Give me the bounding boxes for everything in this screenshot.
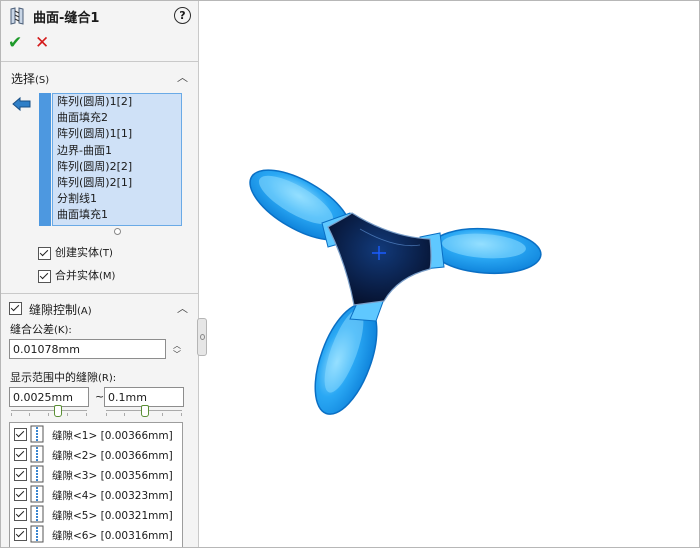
- selection-list-stripe: [39, 93, 51, 226]
- gap-text: 缝隙<2> [0.00366mm]: [52, 450, 173, 462]
- property-manager-panel: 曲面-缝合1 ? ✔ ✕ 选择(S) ︿ 阵列(圆周)1[2] 曲面填充2 阵列…: [1, 1, 199, 547]
- tolerance-spinner[interactable]: ︿ ﹀: [171, 341, 183, 361]
- gap-row[interactable]: 缝隙<4> [0.00323mm]: [14, 484, 180, 504]
- gap-icon: [30, 485, 44, 503]
- gap-control-group-title: 缝隙控制(A): [29, 303, 92, 317]
- selection-group-header[interactable]: 选择(S) ︿: [1, 67, 198, 87]
- list-item[interactable]: 曲面填充1: [53, 207, 181, 223]
- list-item[interactable]: 分割线1: [53, 191, 181, 207]
- collapse-chevron-icon[interactable]: ︿: [177, 69, 188, 85]
- merge-entities-checkbox[interactable]: [38, 269, 51, 283]
- gap-checkbox[interactable]: [14, 488, 27, 501]
- help-icon[interactable]: ?: [174, 7, 191, 24]
- spin-down-icon[interactable]: ﹀: [171, 350, 183, 359]
- gap-row[interactable]: 缝隙<1> [0.00366mm]: [14, 424, 180, 444]
- gap-row[interactable]: 缝隙<2> [0.00366mm]: [14, 444, 180, 464]
- list-resize-handle[interactable]: [114, 228, 121, 235]
- gap-list[interactable]: 缝隙<1> [0.00366mm] 缝隙<2> [0.00366mm] 缝隙<3…: [9, 422, 183, 547]
- gap-control-group-header[interactable]: 缝隙控制(A) ︿: [1, 298, 198, 318]
- selection-group-title: 选择(S): [11, 72, 50, 86]
- range-max-input[interactable]: 0.1mm: [104, 387, 184, 407]
- surface-knit-icon: [10, 7, 24, 25]
- tolerance-label: 缝合公差(K):: [10, 323, 72, 336]
- fidget-spinner-model[interactable]: [240, 156, 543, 422]
- slider-thumb[interactable]: [54, 405, 62, 417]
- gap-row[interactable]: 缝隙<3> [0.00356mm]: [14, 464, 180, 484]
- divider: [1, 293, 198, 294]
- panel-title: 曲面-缝合1: [33, 11, 100, 26]
- gap-checkbox[interactable]: [14, 508, 27, 521]
- list-item[interactable]: 阵列(圆周)1[2]: [53, 94, 181, 110]
- gap-text: 缝隙<1> [0.00366mm]: [52, 430, 173, 442]
- divider: [1, 61, 198, 62]
- create-solid-checkbox[interactable]: [38, 246, 51, 260]
- gap-checkbox[interactable]: [14, 428, 27, 441]
- range-max-slider[interactable]: [106, 405, 182, 417]
- gap-icon: [30, 425, 44, 443]
- surface-selection-icon: [12, 96, 31, 112]
- gap-text: 缝隙<3> [0.00356mm]: [52, 470, 173, 482]
- gap-checkbox[interactable]: [14, 528, 27, 541]
- collapse-chevron-icon[interactable]: ︿: [177, 300, 188, 316]
- merge-entities-option[interactable]: 合并实体(M): [38, 267, 115, 283]
- gap-row[interactable]: 缝隙<6> [0.00316mm]: [14, 524, 180, 544]
- slider-thumb[interactable]: [141, 405, 149, 417]
- range-label: 显示范围中的缝隙(R):: [10, 371, 117, 384]
- gap-icon: [30, 465, 44, 483]
- panel-header: 曲面-缝合1 ?: [7, 5, 193, 27]
- gap-row[interactable]: 缝隙<5> [0.00321mm]: [14, 504, 180, 524]
- gap-icon: [30, 445, 44, 463]
- gap-checkbox[interactable]: [14, 448, 27, 461]
- tolerance-input[interactable]: 0.01078mm: [9, 339, 166, 359]
- range-separator: ~: [95, 390, 105, 403]
- range-min-input[interactable]: 0.0025mm: [9, 387, 89, 407]
- list-item[interactable]: 阵列(圆周)2[2]: [53, 159, 181, 175]
- graphics-viewport[interactable]: [206, 1, 698, 547]
- gap-text: 缝隙<5> [0.00321mm]: [52, 510, 173, 522]
- list-item[interactable]: 阵列(圆周)2[1]: [53, 175, 181, 191]
- gap-control-checkbox[interactable]: [9, 302, 22, 315]
- gap-icon: [30, 525, 44, 543]
- gap-checkbox[interactable]: [14, 468, 27, 481]
- cancel-button[interactable]: ✕: [35, 33, 49, 53]
- selection-list[interactable]: 阵列(圆周)1[2] 曲面填充2 阵列(圆周)1[1] 边界-曲面1 阵列(圆周…: [52, 93, 182, 226]
- gap-text: 缝隙<6> [0.00316mm]: [52, 530, 173, 542]
- range-min-slider[interactable]: [11, 405, 87, 417]
- list-item[interactable]: 阵列(圆周)1[1]: [53, 126, 181, 142]
- ok-button[interactable]: ✔: [8, 33, 22, 53]
- gap-text: 缝隙<4> [0.00323mm]: [52, 490, 173, 502]
- list-item[interactable]: 曲面填充2: [53, 110, 181, 126]
- gap-icon: [30, 505, 44, 523]
- spin-up-icon[interactable]: ︿: [171, 341, 183, 350]
- list-item[interactable]: 边界-曲面1: [53, 143, 181, 159]
- create-solid-option[interactable]: 创建实体(T): [38, 244, 113, 260]
